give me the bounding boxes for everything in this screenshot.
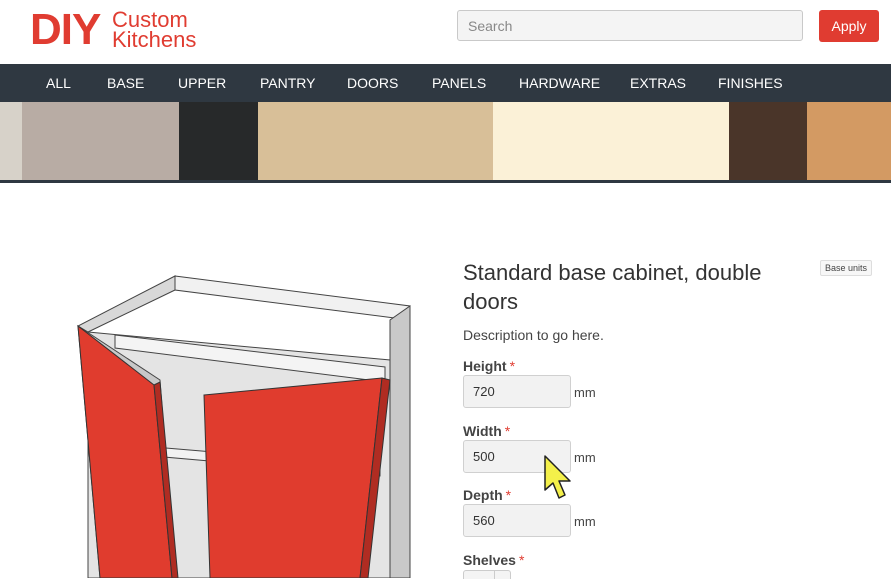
finish-swatch[interactable] bbox=[807, 102, 891, 181]
mouse-pointer-icon bbox=[544, 455, 571, 499]
nav-item-all[interactable]: ALL bbox=[46, 64, 71, 102]
site-header: DIY Custom Kitchens Apply bbox=[0, 0, 891, 64]
nav-item-hardware[interactable]: HARDWARE bbox=[519, 64, 600, 102]
width-unit: mm bbox=[574, 450, 596, 465]
logo-diy-text: DIY bbox=[30, 5, 101, 54]
nav-item-panels[interactable]: PANELS bbox=[432, 64, 486, 102]
category-nav: ALL BASE UPPER PANTRY DOORS PANELS HARDW… bbox=[0, 64, 891, 102]
depth-label: Depth * bbox=[463, 487, 511, 503]
nav-item-finishes[interactable]: FINISHES bbox=[718, 64, 783, 102]
depth-label-text: Depth bbox=[463, 487, 503, 503]
shelves-label-text: Shelves bbox=[463, 552, 516, 568]
depth-unit: mm bbox=[574, 514, 596, 529]
finish-swatch[interactable] bbox=[0, 102, 22, 181]
required-mark: * bbox=[518, 552, 525, 568]
logo-subtitle-line2: Kitchens bbox=[112, 27, 197, 52]
swatch-strip-divider bbox=[0, 180, 891, 183]
finish-swatch[interactable] bbox=[22, 102, 179, 181]
required-mark: * bbox=[504, 423, 511, 439]
height-input[interactable] bbox=[463, 375, 571, 408]
product-title: Standard base cabinet, double doors bbox=[463, 260, 762, 314]
shelves-label: Shelves * bbox=[463, 552, 524, 568]
product-description: Description to go here. bbox=[463, 327, 604, 343]
nav-item-upper[interactable]: UPPER bbox=[178, 64, 226, 102]
height-label: Height * bbox=[463, 358, 515, 374]
finish-swatch[interactable] bbox=[258, 102, 493, 181]
required-mark: * bbox=[505, 487, 512, 503]
required-mark: * bbox=[509, 358, 516, 374]
finish-swatch[interactable] bbox=[179, 102, 258, 181]
nav-item-extras[interactable]: EXTRAS bbox=[630, 64, 686, 102]
nav-item-pantry[interactable]: PANTRY bbox=[260, 64, 316, 102]
cabinet-preview-image bbox=[76, 275, 411, 578]
apply-button[interactable]: Apply bbox=[819, 10, 879, 42]
height-unit: mm bbox=[574, 385, 596, 400]
depth-input[interactable] bbox=[463, 504, 571, 537]
width-label-text: Width bbox=[463, 423, 502, 439]
height-label-text: Height bbox=[463, 358, 507, 374]
logo-subtitle: Custom Kitchens bbox=[112, 9, 197, 52]
finish-swatch[interactable] bbox=[729, 102, 807, 181]
finish-swatch[interactable] bbox=[493, 102, 729, 181]
finish-swatch-strip bbox=[0, 102, 891, 181]
search-input[interactable] bbox=[457, 10, 803, 41]
nav-item-doors[interactable]: DOORS bbox=[347, 64, 398, 102]
nav-item-base[interactable]: BASE bbox=[107, 64, 144, 102]
category-badge[interactable]: Base units bbox=[820, 260, 873, 276]
width-label: Width * bbox=[463, 423, 510, 439]
